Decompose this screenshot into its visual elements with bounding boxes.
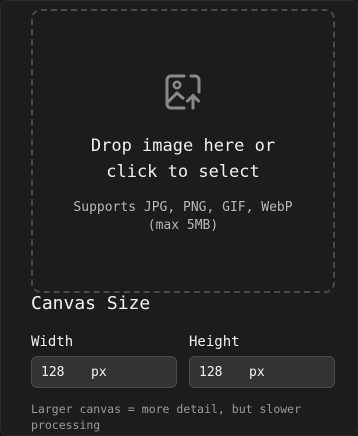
width-input[interactable] [32, 364, 88, 380]
height-field[interactable]: px [189, 356, 335, 388]
height-input[interactable] [190, 364, 246, 380]
width-unit: px [91, 364, 107, 380]
image-upload-icon [165, 74, 201, 110]
width-label: Width [31, 334, 74, 350]
canvas-size-title: Canvas Size [31, 293, 151, 314]
canvas-size-hint: Larger canvas = more detail, but slower … [31, 402, 302, 432]
height-unit: px [249, 364, 265, 380]
dropzone-title: Drop image here or click to select [90, 136, 276, 182]
width-field[interactable]: px [31, 356, 177, 388]
image-settings-panel: Drop image here or click to select Suppo… [0, 0, 358, 436]
height-label: Height [189, 334, 240, 350]
dropzone-subtitle: Supports JPG, PNG, GIF, WebP (max 5MB) [73, 200, 293, 233]
image-dropzone[interactable]: Drop image here or click to select Suppo… [31, 9, 335, 293]
